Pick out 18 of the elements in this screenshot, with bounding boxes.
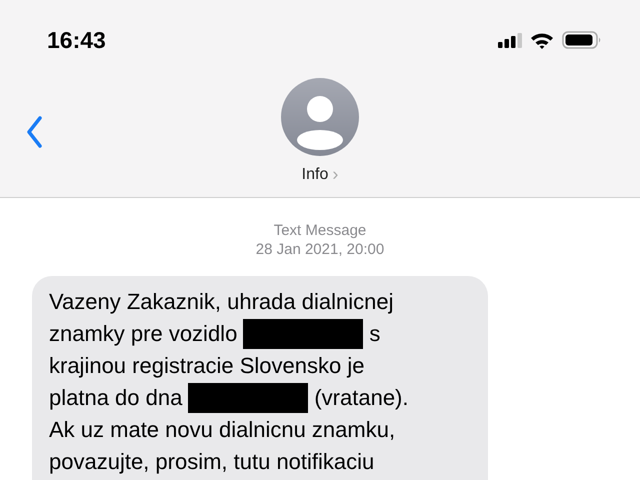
message-text: Ak uz mate novu dialnicnu znamku, — [49, 416, 396, 444]
back-icon[interactable] — [26, 116, 42, 148]
battery-icon — [562, 31, 602, 49]
status-time: 16:43 — [47, 26, 106, 54]
message-text: povazujte, prosim, tutu notifikaciu — [49, 448, 374, 476]
message-text: (vratane). — [314, 384, 408, 412]
message-text: platna do dna — [49, 384, 182, 412]
avatar-icon[interactable] — [281, 78, 359, 156]
message-text: znamky pre vozidlo — [49, 320, 238, 348]
signal-icon — [498, 32, 522, 48]
message-type-label: Text Message — [274, 221, 366, 240]
message-text: s — [369, 320, 380, 348]
message-text: krajinou registracie Slovensko je — [49, 352, 364, 380]
chevron-icon: › — [332, 164, 338, 185]
wifi-icon — [530, 32, 554, 48]
message-text: Vazeny Zakaznik, uhrada dialnicnej — [49, 288, 394, 316]
message-date: 28 Jan 2021, 20:00 — [256, 240, 384, 259]
info-link[interactable]: Info — [302, 166, 328, 184]
